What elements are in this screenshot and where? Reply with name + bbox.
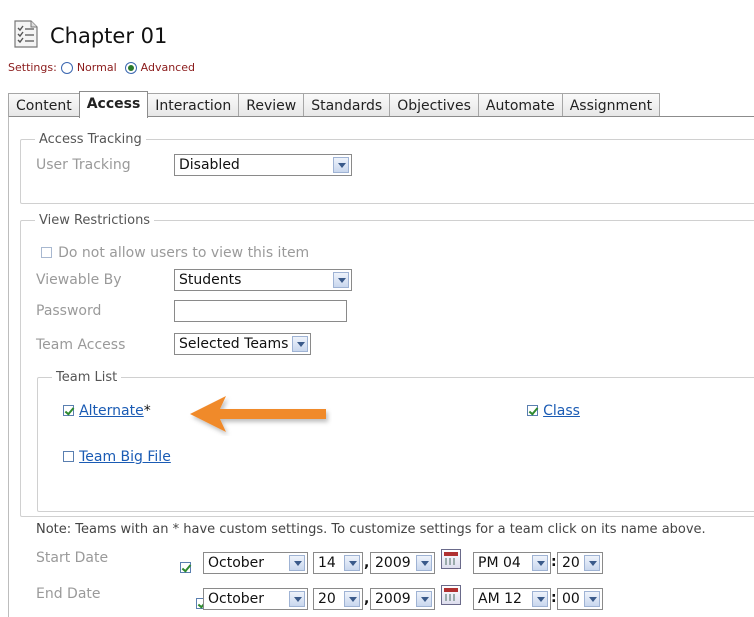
chevron-down-icon: [584, 591, 600, 607]
chevron-down-icon: [344, 591, 360, 607]
settings-label: Settings:: [8, 61, 57, 74]
end-month-value: October: [208, 591, 265, 607]
viewable-by-label: Viewable By: [36, 272, 122, 288]
orange-arrow-icon: [190, 396, 326, 432]
no-view-row: Do not allow users to view this item: [41, 242, 309, 261]
end-month-select[interactable]: October: [203, 588, 308, 610]
start-date-label: Start Date: [36, 550, 109, 566]
chevron-down-icon: [532, 555, 548, 571]
user-tracking-select[interactable]: Disabled: [174, 154, 352, 176]
end-year-value: 2009: [375, 591, 411, 607]
start-minute-value: 20: [562, 555, 580, 571]
tab-objectives[interactable]: Objectives: [389, 93, 479, 117]
team-list-legend: Team List: [56, 370, 118, 385]
tab-bar: Content Access Interaction Review Standa…: [8, 91, 661, 118]
viewable-by-select[interactable]: Students: [174, 269, 352, 291]
chevron-down-icon: [292, 336, 308, 352]
start-day-value: 14: [318, 555, 336, 571]
password-input[interactable]: [174, 300, 347, 322]
team-access-select[interactable]: Selected Teams: [174, 333, 311, 355]
radio-advanced-label: Advanced: [140, 61, 195, 74]
checklist-page-icon: [14, 20, 38, 48]
access-tracking-legend: Access Tracking: [39, 132, 142, 147]
start-month-value: October: [208, 555, 265, 571]
start-date-checkbox[interactable]: [180, 562, 191, 573]
chevron-down-icon: [289, 591, 305, 607]
radio-advanced[interactable]: [124, 61, 137, 74]
team-class-link[interactable]: Class: [543, 403, 580, 419]
chevron-down-icon: [333, 272, 349, 288]
team-access-label: Team Access: [36, 337, 126, 353]
end-hour-value: AM 12: [478, 591, 522, 607]
no-view-label: Do not allow users to view this item: [58, 245, 310, 261]
team-alternate-checkbox[interactable]: [63, 405, 74, 416]
end-day-select[interactable]: 20: [313, 588, 363, 610]
team-access-value: Selected Teams: [179, 336, 289, 352]
custom-settings-note: Note: Teams with an * have custom settin…: [36, 522, 706, 537]
start-year-value: 2009: [375, 555, 411, 571]
team-big-file-link[interactable]: Team Big File: [79, 449, 171, 465]
team-alternate: Alternate*: [63, 400, 151, 419]
date-comma: ,: [364, 591, 370, 607]
chevron-down-icon: [584, 555, 600, 571]
radio-normal-label: Normal: [76, 61, 117, 74]
date-comma: ,: [364, 555, 370, 571]
start-minute-select[interactable]: 20: [557, 552, 603, 574]
end-minute-select[interactable]: 00: [557, 588, 603, 610]
team-big-file-checkbox[interactable]: [63, 451, 74, 462]
tab-content[interactable]: Content: [8, 93, 80, 117]
end-day-value: 20: [318, 591, 336, 607]
settings-row: Settings: Normal Advanced: [8, 61, 195, 74]
calendar-icon[interactable]: [441, 549, 461, 569]
time-colon: :: [551, 590, 557, 606]
end-year-select[interactable]: 2009: [370, 588, 435, 610]
start-year-select[interactable]: 2009: [370, 552, 435, 574]
chevron-down-icon: [532, 591, 548, 607]
radio-normal[interactable]: [60, 61, 73, 74]
start-month-select[interactable]: October: [203, 552, 308, 574]
calendar-icon[interactable]: [441, 585, 461, 605]
team-alternate-link[interactable]: Alternate: [79, 403, 144, 419]
user-tracking-value: Disabled: [179, 157, 240, 173]
team-class-checkbox[interactable]: [527, 405, 538, 416]
password-label: Password: [36, 303, 102, 319]
custom-settings-asterisk: *: [143, 403, 151, 419]
start-day-select[interactable]: 14: [313, 552, 363, 574]
page-title: Chapter 01: [50, 24, 168, 48]
chevron-down-icon: [333, 157, 349, 173]
chevron-down-icon: [416, 555, 432, 571]
chevron-down-icon: [289, 555, 305, 571]
tab-interaction[interactable]: Interaction: [147, 93, 240, 117]
start-hour-select[interactable]: PM 04: [473, 552, 551, 574]
team-class: Class: [527, 400, 580, 419]
end-date-label: End Date: [36, 586, 101, 602]
no-view-checkbox[interactable]: [41, 247, 52, 258]
chevron-down-icon: [416, 591, 432, 607]
viewable-by-value: Students: [179, 272, 242, 288]
end-hour-select[interactable]: AM 12: [473, 588, 551, 610]
chevron-down-icon: [344, 555, 360, 571]
tab-standards[interactable]: Standards: [303, 93, 391, 117]
tab-automate[interactable]: Automate: [477, 93, 563, 117]
team-big-file: Team Big File: [63, 446, 171, 465]
tab-access[interactable]: Access: [78, 91, 149, 118]
tab-assignment[interactable]: Assignment: [561, 93, 661, 117]
start-hour-value: PM 04: [478, 555, 521, 571]
view-restrictions-legend: View Restrictions: [39, 213, 151, 228]
team-list-group: Team List: [37, 370, 754, 512]
tab-review[interactable]: Review: [238, 93, 305, 117]
end-minute-value: 00: [562, 591, 580, 607]
user-tracking-label: User Tracking: [36, 157, 131, 173]
time-colon: :: [551, 554, 557, 570]
